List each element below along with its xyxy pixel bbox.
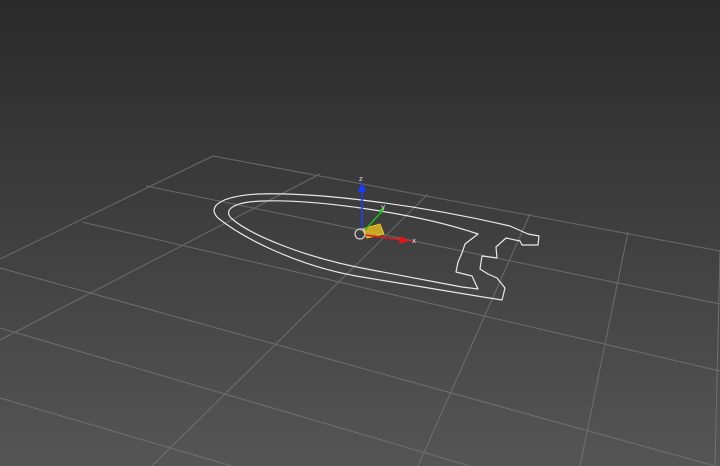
axis-x-label: x	[412, 237, 416, 245]
viewport-background	[0, 0, 720, 466]
viewport-canvas: x y z	[0, 0, 720, 466]
axis-y-label: y	[381, 203, 385, 211]
axis-z-label: z	[359, 175, 363, 183]
3d-viewport[interactable]: x y z	[0, 0, 720, 466]
